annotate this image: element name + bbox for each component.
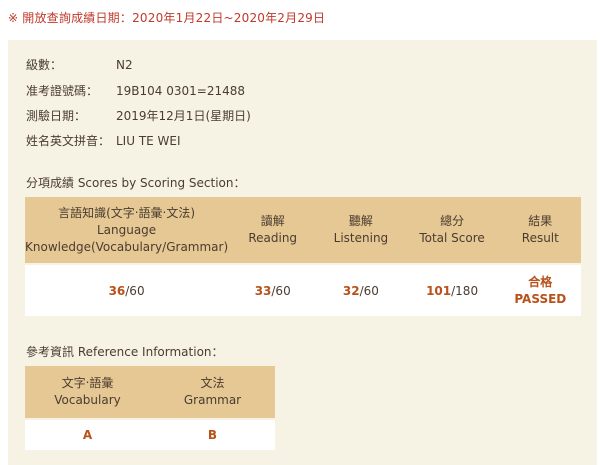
header-line: 總分 [440, 214, 465, 228]
reference-header-row: 文字‧語彙 Vocabulary 文法 Grammar [25, 366, 275, 419]
info-row-exam-number: 准考證號碼： 19B104 0301=21488 [26, 82, 245, 99]
header-line: Listening [333, 231, 389, 245]
score-max: /60 [125, 283, 145, 298]
header-line: Total Score [419, 231, 485, 245]
notice-text: ※ 開放查詢成績日期：2020年1月22日~2020年2月29日 [8, 11, 326, 25]
score-language-knowledge: 36/60 [25, 263, 229, 316]
header-line: Knowledge(Vocabulary/Grammar) [25, 239, 229, 254]
header-line: 聽解 [348, 214, 373, 228]
score-max: /180 [451, 283, 479, 298]
info-row-level: 級數： N2 [26, 56, 133, 73]
score-value: 32 [342, 283, 360, 298]
scores-header-row: 言語知識(文字‧語彙‧文法) Language Knowledge(Vocabu… [25, 197, 581, 264]
scores-value-row: 36/60 33/60 32/60 101/180 合格 PASSED [25, 263, 581, 316]
info-row-test-date: 測驗日期： 2019年12月1日(星期日) [26, 107, 251, 124]
scores-table: 言語知識(文字‧語彙‧文法) Language Knowledge(Vocabu… [25, 197, 581, 316]
info-label: 姓名英文拼音： [26, 134, 111, 148]
header-reading: 讀解 Reading [228, 197, 318, 264]
reference-table: 文字‧語彙 Vocabulary 文法 Grammar A B [25, 366, 275, 450]
score-reading: 33/60 [228, 263, 318, 316]
reference-value-row: A B [25, 418, 275, 450]
header-line: 文字‧語彙 [61, 376, 114, 390]
grade-grammar: B [150, 418, 275, 450]
header-line: Vocabulary [54, 393, 121, 407]
info-value: 2019年12月1日(星期日) [116, 109, 251, 123]
header-line: Result [521, 231, 559, 245]
header-vocabulary: 文字‧語彙 Vocabulary [25, 366, 150, 419]
header-line: 文法 [200, 376, 225, 390]
grade-vocabulary: A [25, 418, 150, 450]
info-value: LIU TE WEI [116, 134, 181, 148]
info-row-name: 姓名英文拼音： LIU TE WEI [26, 132, 181, 149]
header-result: 結果 Result [499, 197, 581, 264]
info-label: 測驗日期： [26, 109, 87, 123]
header-total-score: 總分 Total Score [404, 197, 500, 264]
score-value: 36 [108, 283, 126, 298]
header-line: 言語知識(文字‧語彙‧文法) [58, 205, 196, 220]
info-label: 准考證號碼： [26, 84, 99, 98]
header-listening: 聽解 Listening [317, 197, 405, 264]
score-total: 101/180 [404, 263, 500, 316]
scores-section-title: 分項成績 Scores by Scoring Section： [26, 176, 246, 190]
info-value: N2 [116, 58, 133, 72]
score-max: /60 [271, 283, 291, 298]
score-max: /60 [359, 283, 379, 298]
header-language-knowledge: 言語知識(文字‧語彙‧文法) Language Knowledge(Vocabu… [25, 197, 229, 264]
score-value: 101 [426, 283, 452, 298]
reference-section-title: 參考資訊 Reference Information： [26, 345, 224, 359]
score-value: 33 [254, 283, 272, 298]
score-listening: 32/60 [317, 263, 405, 316]
result-status: 合格 PASSED [499, 263, 581, 316]
result-en: PASSED [514, 291, 567, 306]
info-label: 級數： [26, 58, 63, 72]
score-report-panel: 級數： N2 准考證號碼： 19B104 0301=21488 測驗日期： 2019年… [8, 40, 597, 465]
header-line: Language [96, 222, 157, 237]
result-zh: 合格 [528, 274, 553, 289]
header-grammar: 文法 Grammar [150, 366, 275, 419]
header-line: Reading [248, 231, 298, 245]
header-line: 結果 [528, 214, 553, 228]
header-line: 讀解 [260, 214, 285, 228]
header-line: Grammar [183, 393, 242, 407]
info-value: 19B104 0301=21488 [116, 84, 245, 98]
